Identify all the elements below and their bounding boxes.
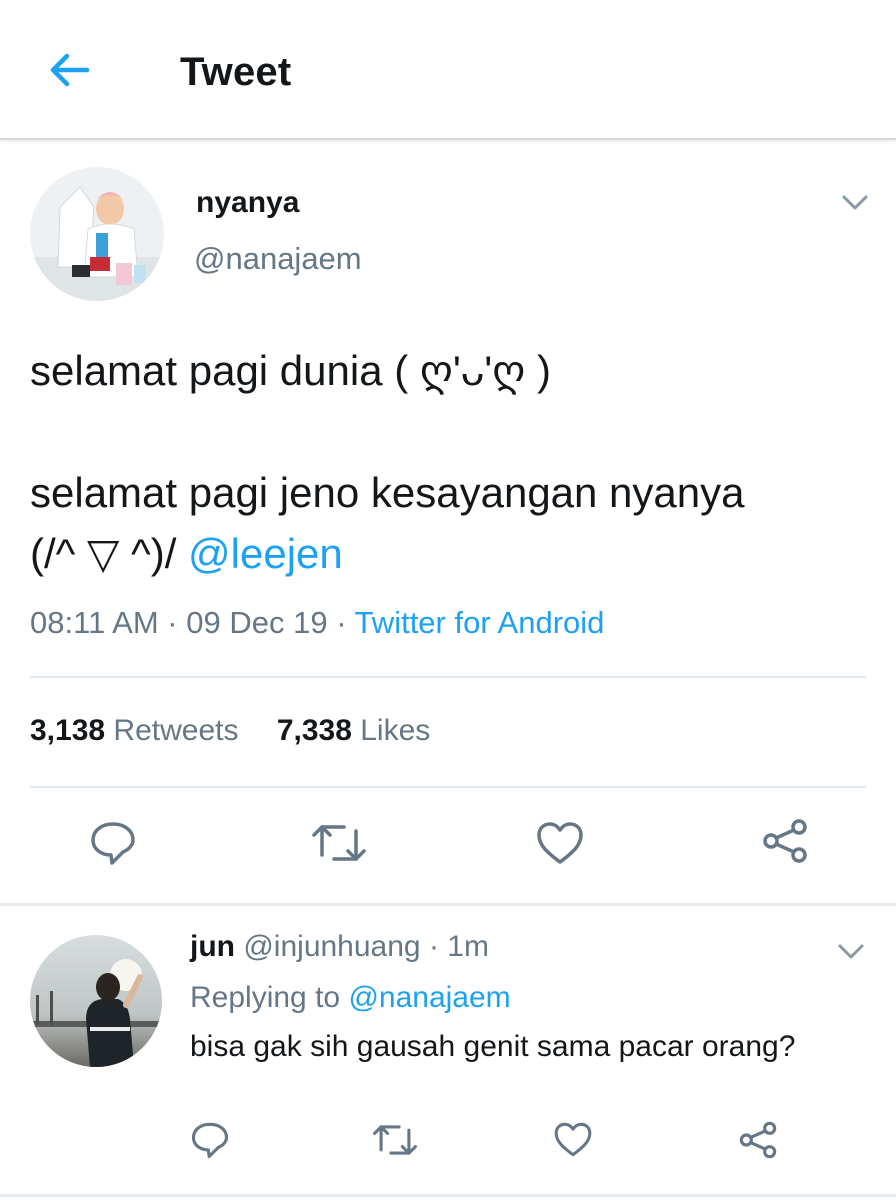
replying-to-mention[interactable]: @nanajaem [348, 981, 510, 1014]
like-button[interactable] [534, 820, 586, 870]
share-button[interactable] [760, 818, 810, 868]
likes-count: 7,338 [276, 714, 352, 747]
reply-author-handle[interactable]: @injunhuang [243, 930, 420, 963]
reply-button[interactable] [88, 820, 138, 870]
heart-icon [535, 820, 585, 871]
chevron-down-icon [841, 194, 869, 217]
author-display-name[interactable]: nyanya [196, 186, 299, 220]
reply-author-name[interactable]: jun [190, 930, 235, 963]
section-divider [0, 1194, 896, 1197]
share-icon [761, 817, 809, 870]
back-button[interactable] [44, 50, 94, 94]
reply-time: 1m [447, 930, 489, 963]
meta-separator: · [327, 605, 355, 640]
chevron-down-icon [837, 943, 865, 966]
tweet-source-link[interactable]: Twitter for Android [355, 605, 605, 640]
reply-menu-button[interactable] [834, 942, 868, 966]
reply-share-button[interactable] [736, 1120, 780, 1164]
retweet-button[interactable] [309, 820, 369, 870]
retweets-stat[interactable]: 3,138 Retweets [30, 714, 238, 748]
arrow-left-icon [47, 52, 91, 93]
meta-separator: · [420, 930, 448, 963]
author-avatar[interactable] [30, 167, 164, 301]
page-title: Tweet [180, 50, 292, 94]
tweet-date: 09 Dec 19 [186, 605, 328, 640]
reply-like-button[interactable] [551, 1120, 595, 1164]
reply-icon [190, 1121, 230, 1164]
reply-icon [89, 820, 137, 871]
reply-retweet-button[interactable] [370, 1120, 420, 1164]
tweet-text: selamat pagi dunia ( ღ'ᴗ'ღ ) selamat pag… [30, 340, 880, 584]
likes-label: Likes [360, 714, 431, 747]
retweet-icon [371, 1122, 419, 1163]
meta-separator: · [158, 605, 187, 640]
divider [30, 676, 866, 678]
tweet-text-line: selamat pagi jeno kesayangan nyanya [30, 469, 745, 516]
tweet-time: 08:11 AM [30, 605, 159, 640]
author-handle[interactable]: @nanajaem [194, 241, 362, 277]
retweet-icon [310, 821, 368, 870]
top-app-bar: Tweet [0, 0, 896, 140]
reply-header: jun @injunhuang · 1m [190, 930, 489, 964]
retweets-count: 3,138 [30, 714, 106, 747]
mention-link[interactable]: @leejen [188, 530, 343, 577]
tweet-text-line: (/^ ▽ ^)/ [30, 530, 189, 577]
tweet-text-line: selamat pagi dunia ( ღ'ᴗ'ღ ) [30, 347, 551, 394]
replying-to-label: Replying to [190, 981, 349, 1014]
replying-to-context: Replying to @nanajaem [190, 981, 511, 1015]
retweets-label: Retweets [113, 714, 239, 747]
tweet-metadata: 08:11 AM · 09 Dec 19 · Twitter for Andro… [30, 605, 604, 641]
reply-author-avatar[interactable] [30, 935, 162, 1067]
likes-stat[interactable]: 7,338 Likes [277, 714, 430, 748]
share-icon [738, 1120, 778, 1165]
section-divider [0, 903, 896, 906]
divider [30, 786, 866, 788]
engagement-stats: 3,138 Retweets 7,338 Likes [30, 714, 430, 748]
reply-reply-button[interactable] [188, 1120, 232, 1164]
reply-text: bisa gak sih gausah genit sama pacar ora… [190, 1030, 796, 1063]
tweet-menu-button[interactable] [838, 193, 872, 217]
heart-icon [553, 1121, 593, 1163]
